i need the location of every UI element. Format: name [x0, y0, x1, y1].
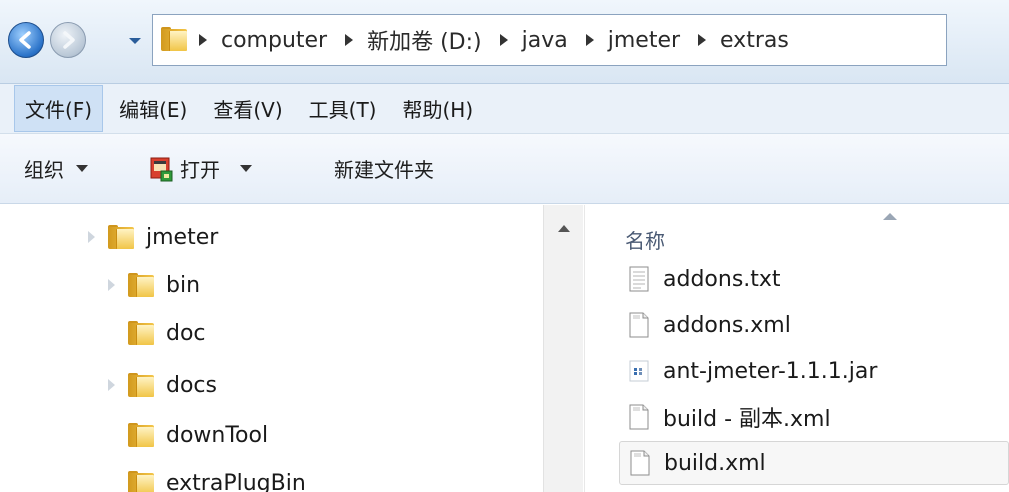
breadcrumb-label: jmeter: [607, 27, 681, 53]
breadcrumb-label: 新加卷 (D:): [367, 30, 482, 55]
address-bar-row: computer 新加卷 (D:) java jmeter extras: [0, 0, 1009, 84]
menu-bar: 文件(F) 编辑(E) 查看(V) 工具(T) 帮助(H): [0, 84, 1009, 134]
folder-icon: [128, 471, 154, 492]
organize-button[interactable]: 组织: [24, 149, 88, 189]
open-with-icon: [150, 157, 173, 181]
breadcrumb-separator-icon[interactable]: [585, 34, 594, 46]
file-row[interactable]: addons.txt: [619, 257, 1009, 301]
back-arrow-icon: [19, 31, 31, 49]
breadcrumb-jmeter[interactable]: jmeter: [585, 27, 681, 53]
file-row[interactable]: build - 副本.xml: [619, 395, 1009, 439]
expand-icon[interactable]: [108, 379, 115, 391]
breadcrumb-separator-icon[interactable]: [698, 34, 707, 46]
file-name: build - 副本.xml: [663, 407, 831, 432]
tree-item-jmeter[interactable]: jmeter: [108, 215, 218, 259]
breadcrumb-separator-icon[interactable]: [199, 34, 207, 46]
sort-ascending-icon: [883, 213, 897, 220]
xml-file-icon: [629, 312, 649, 338]
tree-item-label: bin: [166, 272, 201, 298]
breadcrumb-label: extras: [720, 27, 789, 53]
breadcrumb-separator-icon[interactable]: [345, 34, 354, 46]
expand-icon[interactable]: [108, 279, 115, 291]
text-file-icon: [629, 266, 649, 292]
menu-tools[interactable]: 工具(T): [299, 86, 387, 131]
file-name: addons.txt: [663, 266, 781, 292]
file-name: ant-jmeter-1.1.1.jar: [663, 358, 878, 384]
file-name: addons.xml: [663, 312, 791, 338]
menu-help[interactable]: 帮助(H): [392, 86, 483, 131]
tree-item-doc[interactable]: doc: [128, 311, 206, 355]
address-box[interactable]: computer 新加卷 (D:) java jmeter extras: [152, 14, 947, 66]
back-button[interactable]: [8, 22, 44, 58]
tree-item-label: docs: [166, 372, 217, 398]
breadcrumb-separator-icon[interactable]: [499, 34, 508, 46]
folder-icon: [128, 273, 154, 297]
breadcrumb-computer[interactable]: computer: [199, 28, 327, 53]
menu-file[interactable]: 文件(F): [14, 85, 104, 132]
breadcrumb-label: computer: [221, 27, 328, 53]
xml-file-icon: [629, 404, 649, 430]
folder-icon: [128, 373, 154, 397]
chevron-down-icon: [76, 165, 88, 172]
file-name: build.xml: [664, 450, 766, 476]
breadcrumb-drive-d[interactable]: 新加卷 (D:): [345, 24, 482, 56]
tree-item-label: extraPlugBin: [166, 470, 306, 492]
open-label: 打开: [180, 158, 220, 182]
jar-file-icon: [629, 360, 649, 382]
file-row[interactable]: ant-jmeter-1.1.1.jar: [619, 349, 1009, 393]
breadcrumb-java[interactable]: java: [499, 27, 568, 53]
forward-button[interactable]: [50, 22, 86, 58]
menu-view[interactable]: 查看(V): [203, 86, 292, 131]
file-list-pane[interactable]: 名称 addons.txt addons.xml ant-jmeter-1.1.…: [585, 205, 1009, 492]
file-row-selected[interactable]: build.xml: [619, 441, 1009, 485]
file-row[interactable]: addons.xml: [619, 303, 1009, 347]
open-button[interactable]: 打开: [148, 149, 252, 189]
tree-item-downtool[interactable]: downTool: [128, 413, 268, 457]
breadcrumb-extras[interactable]: extras: [698, 28, 789, 53]
tree-item-extraplugbin[interactable]: extraPlugBin: [128, 461, 306, 492]
tree-item-docs[interactable]: docs: [128, 363, 217, 407]
tree-item-bin[interactable]: bin: [128, 263, 200, 307]
scroll-up-arrow-icon[interactable]: [558, 225, 570, 232]
folder-icon: [108, 225, 134, 249]
folder-icon: [128, 321, 154, 345]
new-folder-label: 新建文件夹: [334, 158, 434, 182]
expand-icon[interactable]: [88, 231, 95, 243]
folder-icon: [161, 27, 189, 53]
command-toolbar: 组织 打开 新建文件夹: [0, 134, 1009, 204]
tree-item-label: downTool: [166, 422, 269, 448]
menu-edit[interactable]: 编辑(E): [109, 86, 197, 131]
organize-label: 组织: [24, 158, 64, 182]
column-header-name[interactable]: 名称: [625, 225, 665, 254]
folder-icon: [128, 423, 154, 447]
forward-arrow-icon: [63, 31, 75, 49]
navigation-pane[interactable]: jmeter bin doc docs downTool extraPlugBi…: [0, 205, 584, 492]
xml-file-icon: [630, 450, 650, 476]
new-folder-button[interactable]: 新建文件夹: [334, 149, 434, 189]
recent-pages-dropdown-icon[interactable]: [126, 34, 144, 48]
tree-item-label: jmeter: [146, 224, 219, 250]
chevron-down-icon: [240, 165, 252, 172]
breadcrumb-label: java: [521, 27, 568, 53]
tree-item-label: doc: [166, 320, 206, 346]
nav-pane-scrollbar[interactable]: [543, 205, 583, 492]
